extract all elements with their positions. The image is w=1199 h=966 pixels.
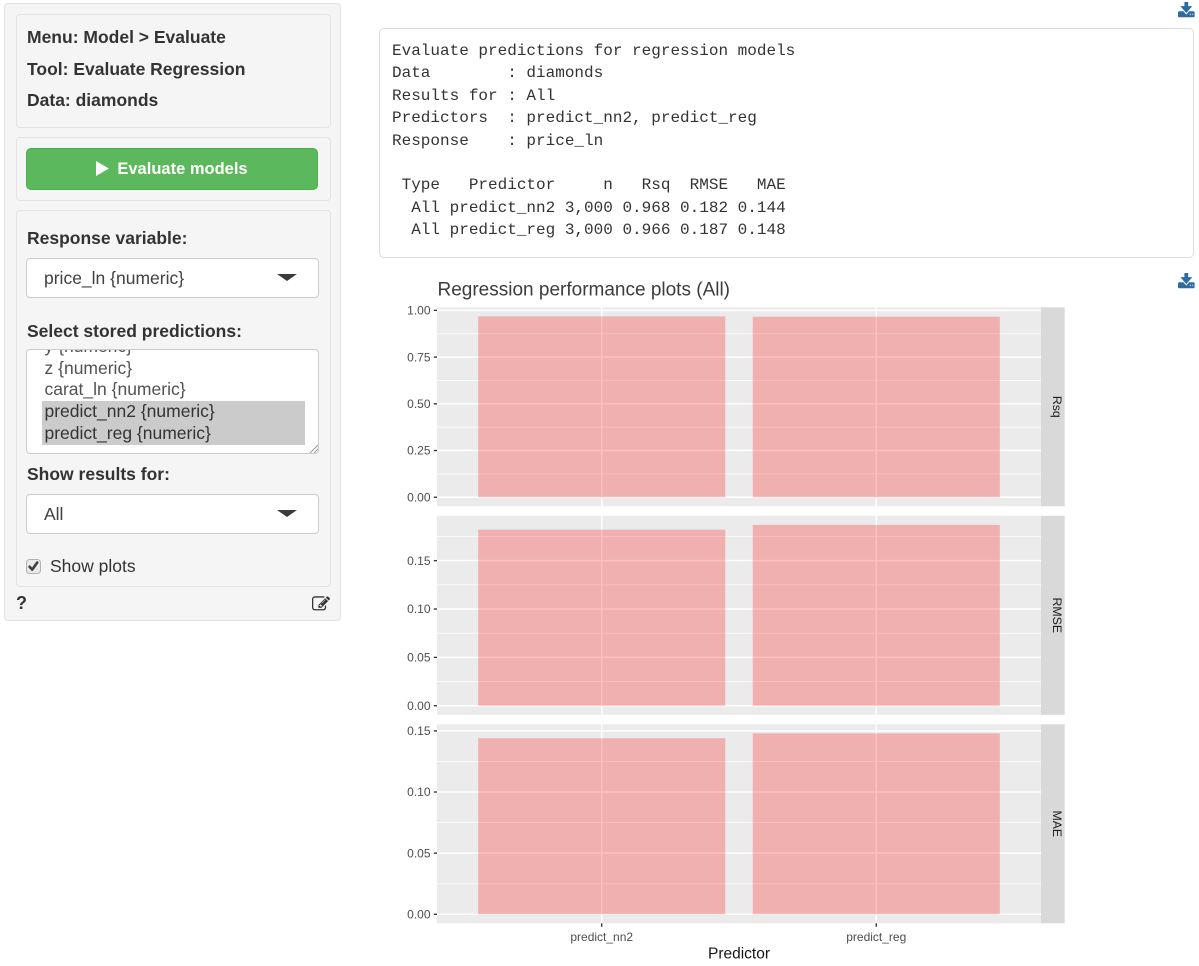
svg-text:predict_nn2: predict_nn2 — [570, 930, 633, 944]
svg-text:MAE: MAE — [1050, 810, 1064, 837]
svg-text:predict_reg: predict_reg — [846, 930, 906, 944]
svg-text:Predictor: Predictor — [708, 946, 770, 963]
svg-text:1.00: 1.00 — [407, 304, 431, 318]
svg-text:Rsq: Rsq — [1050, 396, 1064, 418]
svg-text:0.05: 0.05 — [407, 846, 431, 860]
svg-text:RMSE: RMSE — [1050, 598, 1064, 634]
svg-text:0.10: 0.10 — [407, 785, 431, 799]
svg-text:Regression performance plots (: Regression performance plots (All) — [438, 280, 731, 301]
svg-text:0.25: 0.25 — [407, 444, 431, 458]
svg-text:0.00: 0.00 — [407, 699, 431, 713]
svg-text:0.00: 0.00 — [407, 490, 431, 504]
svg-text:0.15: 0.15 — [407, 724, 431, 738]
svg-text:0.10: 0.10 — [407, 602, 431, 616]
svg-text:0.00: 0.00 — [407, 907, 431, 921]
svg-text:0.75: 0.75 — [407, 350, 431, 364]
svg-text:0.50: 0.50 — [407, 397, 431, 411]
svg-text:0.15: 0.15 — [407, 554, 431, 568]
svg-text:0.05: 0.05 — [407, 651, 431, 665]
